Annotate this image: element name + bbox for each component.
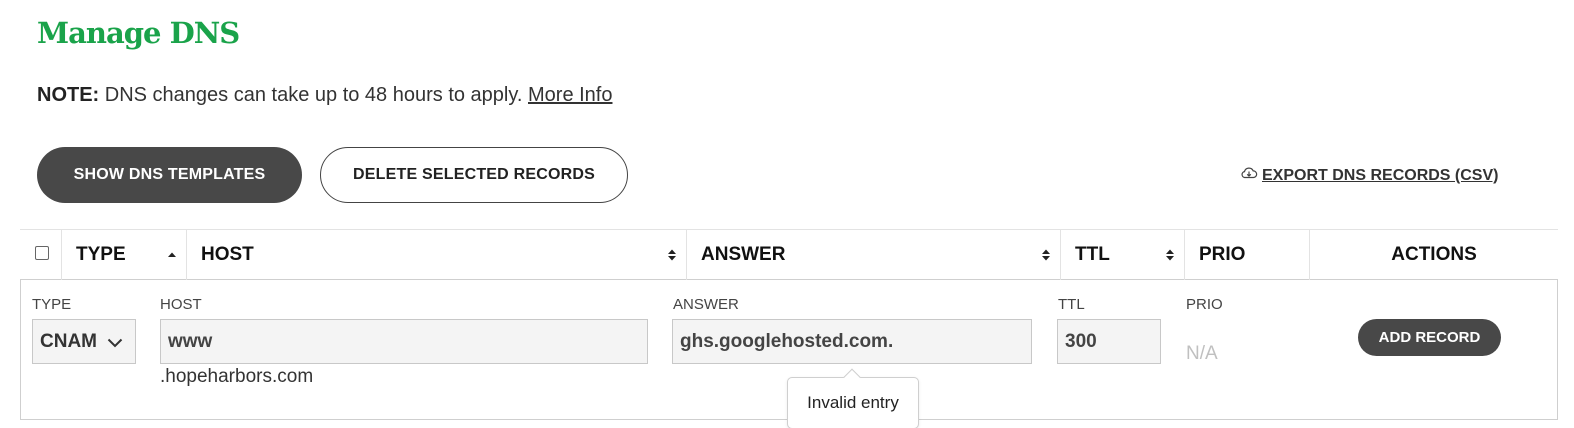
record-type-select[interactable]: CNAM bbox=[32, 319, 136, 364]
more-info-link[interactable]: More Info bbox=[528, 84, 612, 106]
type-field-label: TYPE bbox=[32, 296, 72, 313]
note-label: NOTE: bbox=[37, 84, 100, 106]
answer-field-label: ANSWER bbox=[673, 296, 739, 313]
prio-field-label: PRIO bbox=[1186, 296, 1223, 313]
column-header-answer[interactable]: ANSWER bbox=[686, 230, 1060, 280]
sort-icon bbox=[668, 249, 676, 261]
column-label: TYPE bbox=[76, 244, 126, 265]
column-header-prio: PRIO bbox=[1184, 230, 1309, 280]
ttl-input[interactable]: 300 bbox=[1057, 319, 1161, 364]
select-all-checkbox[interactable] bbox=[35, 246, 49, 260]
ttl-field-label: TTL bbox=[1058, 296, 1085, 313]
column-label: TTL bbox=[1075, 244, 1110, 265]
dns-table-header: TYPE HOST ANSWER TTL PRIO ACTIONS bbox=[20, 229, 1558, 280]
add-record-button[interactable]: ADD RECORD bbox=[1358, 319, 1501, 356]
column-label: HOST bbox=[201, 244, 254, 265]
tooltip-text: Invalid entry bbox=[807, 393, 899, 412]
delete-selected-records-button[interactable]: DELETE SELECTED RECORDS bbox=[320, 147, 628, 203]
export-dns-records-link[interactable]: EXPORT DNS RECORDS (CSV) bbox=[1240, 166, 1498, 185]
column-header-host[interactable]: HOST bbox=[186, 230, 686, 280]
validation-tooltip: Invalid entry bbox=[787, 368, 919, 428]
page-title: Manage DNS bbox=[37, 16, 240, 50]
column-label: ACTIONS bbox=[1391, 244, 1477, 265]
column-header-ttl[interactable]: TTL bbox=[1060, 230, 1184, 280]
host-input[interactable]: www bbox=[160, 319, 648, 364]
note-text: DNS changes can take up to 48 hours to a… bbox=[99, 84, 528, 106]
sort-icon bbox=[1042, 249, 1050, 261]
sort-icon bbox=[1166, 249, 1174, 261]
record-type-value: CNAM bbox=[40, 330, 97, 352]
answer-input[interactable]: ghs.googlehosted.com. bbox=[672, 319, 1032, 364]
prio-value: N/A bbox=[1186, 343, 1218, 364]
column-label: ANSWER bbox=[701, 244, 786, 265]
host-field-label: HOST bbox=[160, 296, 202, 313]
column-header-actions: ACTIONS bbox=[1309, 230, 1558, 280]
show-dns-templates-button[interactable]: SHOW DNS TEMPLATES bbox=[37, 147, 302, 203]
column-label: PRIO bbox=[1199, 244, 1246, 265]
cloud-download-icon bbox=[1240, 166, 1258, 185]
export-label: EXPORT DNS RECORDS (CSV) bbox=[1262, 166, 1499, 184]
host-domain-suffix: .hopeharbors.com bbox=[160, 366, 314, 387]
dns-note: NOTE: DNS changes can take up to 48 hour… bbox=[37, 84, 612, 107]
sort-ascending-icon bbox=[168, 252, 176, 257]
chevron-down-icon bbox=[107, 338, 123, 348]
column-header-type[interactable]: TYPE bbox=[61, 230, 186, 280]
